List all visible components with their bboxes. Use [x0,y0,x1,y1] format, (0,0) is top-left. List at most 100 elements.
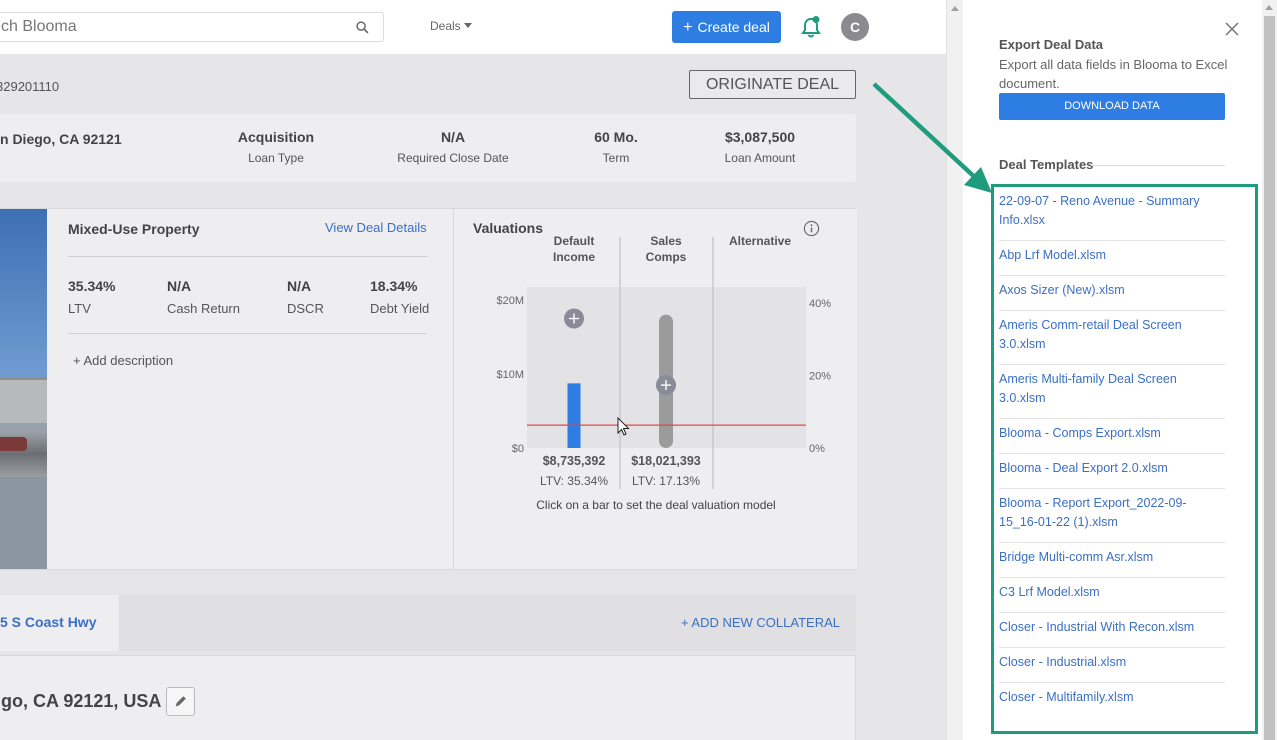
divider [1091,165,1225,166]
metric-ltv: 35.34% LTV [68,278,115,316]
column-header: Alternative [729,234,791,248]
bar-value-label: $8,735,392 [543,454,606,468]
column-header: Income [553,250,595,264]
metric-cash-return: N/A Cash Return [167,278,240,316]
divider [68,333,427,334]
scroll-up-icon[interactable] [951,6,959,11]
summary-value: N/A [440,129,466,145]
mouse-cursor-icon [617,417,630,436]
template-link[interactable]: Ameris Multi-family Deal Screen 3.0.xlsm [999,365,1225,419]
add-new-collateral-button[interactable]: + ADD NEW COLLATERAL [681,615,840,630]
templates-title: Deal Templates [999,157,1094,172]
photo-car [0,437,27,451]
pencil-icon [175,696,186,707]
column-header: Default [554,234,595,248]
originate-deal-button[interactable]: ORIGINATE DEAL [689,70,856,99]
template-link[interactable]: Axos Sizer (New).xlsm [999,276,1225,311]
y-tick-label-right: 40% [809,298,831,310]
summary-label: Term [602,151,630,165]
summary-close-date: N/A Required Close Date [383,129,523,165]
column-header: Sales [650,234,682,248]
templates-list: 22-09-07 - Reno Avenue - Summary Info.xl… [999,187,1225,717]
download-data-button[interactable]: DOWNLOAD DATA [999,93,1225,120]
edit-button[interactable] [166,687,195,716]
summary-label: Required Close Date [397,151,509,165]
property-photo[interactable] [0,209,47,569]
create-deal-button[interactable]: + Create deal [672,11,781,43]
metric-label: Cash Return [167,301,240,316]
valuation-bar[interactable] [567,383,581,448]
template-link[interactable]: Ameris Comm-retail Deal Screen 3.0.xlsm [999,311,1225,365]
bar-value-label: $18,021,393 [631,454,701,468]
metric-value: N/A [167,278,192,294]
summary-label: Loan Amount [724,151,796,165]
metric-label: LTV [68,301,91,316]
top-header: ch Blooma Deals + Create deal C [0,0,946,54]
photo-building [0,377,47,423]
summary-value: Acquisition [237,129,315,145]
summary-value: $3,087,500 [724,129,796,145]
template-link[interactable]: 22-09-07 - Reno Avenue - Summary Info.xl… [999,187,1225,241]
deal-address: n Diego, CA 92121 [0,131,122,147]
view-deal-details-link[interactable]: View Deal Details [325,220,427,235]
template-link[interactable]: Bridge Multi-comm Asr.xlsm [999,543,1225,578]
deal-summary: n Diego, CA 92121 Acquisition Loan Type … [0,114,856,182]
metric-debt-yield: 18.34% Debt Yield [370,278,429,316]
metric-label: Debt Yield [370,301,430,316]
metric-value: N/A [287,278,312,294]
collateral-tabs: 5 S Coast Hwy + ADD NEW COLLATERAL [0,595,856,651]
close-icon[interactable] [1225,22,1239,36]
deals-menu-label: Deals [430,19,461,33]
summary-loan-amount: $3,087,500 Loan Amount [710,129,810,165]
template-link[interactable]: Closer - Industrial With Recon.xlsm [999,613,1225,648]
template-link[interactable]: Closer - Multifamily.xlsm [999,683,1225,717]
bar-ltv-label: LTV: 35.34% [540,474,608,488]
summary-value: 60 Mo. [594,129,638,145]
bar-ltv-label: LTV: 17.13% [632,474,700,488]
export-description: Export all data fields in Blooma to Exce… [999,57,1228,91]
metric-value: 18.34% [370,278,418,294]
template-link[interactable]: Abp Lrf Model.xlsm [999,241,1225,276]
create-deal-label: Create deal [697,19,770,35]
y-tick-label-left: $0 [512,443,524,455]
column-header: Comps [646,250,687,264]
tab-collateral-label: 5 S Coast Hwy [0,614,97,630]
template-link[interactable]: Blooma - Deal Export 2.0.xlsm [999,454,1225,489]
drawer-scrollbar[interactable] [1262,0,1277,740]
search-icon[interactable] [356,21,369,34]
export-title: Export Deal Data [999,37,1104,52]
metric-value: 35.34% [68,278,116,294]
tab-collateral[interactable]: 5 S Coast Hwy [0,595,119,651]
chevron-down-icon [463,23,472,28]
valuations-panel: Valuations Default Income Sales Comps Altern… [453,209,857,569]
export-drawer: Export Deal Data Export all data fields … [963,0,1277,740]
property-panel: Mixed-Use Property View Deal Details 35.… [0,208,857,570]
summary-term: 60 Mo. Term [586,129,646,165]
summary-label: Loan Type [248,151,304,165]
template-link[interactable]: C3 Lrf Model.xlsm [999,578,1225,613]
y-tick-label-left: $20M [496,295,524,307]
metric-label: DSCR [287,301,324,316]
scrollbar-thumb[interactable] [1264,16,1275,740]
deals-menu[interactable]: Deals [430,19,472,33]
collateral-address: go, CA 92121, USA [1,691,162,711]
valuations-hint: Click on a bar to set the deal valuation… [536,498,776,512]
metric-dscr: N/A DSCR [287,278,324,316]
template-link[interactable]: Closer - Industrial.xlsm [999,648,1225,683]
avatar[interactable]: C [841,13,869,41]
scroll-up-icon[interactable] [1265,5,1273,10]
search-input[interactable]: ch Blooma [0,12,384,42]
collateral-card: go, CA 92121, USA [0,655,856,740]
annotation-arrow-icon [872,82,992,193]
template-link[interactable]: Blooma - Report Export_2022-09-15_16-01-… [999,489,1225,543]
property-type: Mixed-Use Property [68,221,200,237]
y-tick-label-right: 0% [809,443,825,455]
y-tick-label-right: 20% [809,371,831,383]
add-description-link[interactable]: + Add description [73,353,173,368]
plus-icon: + [683,19,693,36]
deal-id: 329201110 [0,79,60,94]
y-tick-label-left: $10M [496,369,524,381]
template-link[interactable]: Blooma - Comps Export.xlsm [999,419,1225,454]
photo-parking-lot [0,477,47,569]
notification-bell-icon[interactable] [800,15,822,39]
